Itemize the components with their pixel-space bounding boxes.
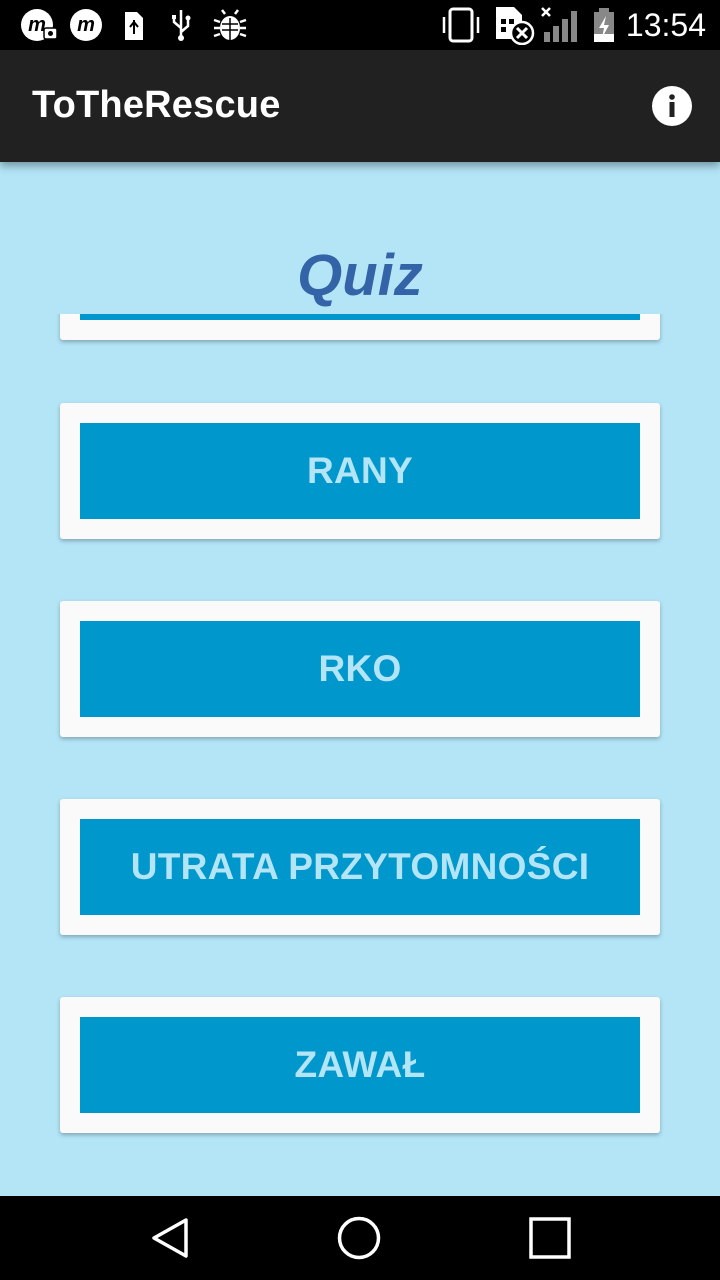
status-time: 13:54 (625, 7, 706, 43)
category-card (60, 314, 660, 340)
category-button-rko[interactable]: RKO (80, 621, 640, 717)
category-card: RANY (60, 403, 660, 539)
app-title: ToTheRescue (32, 84, 281, 126)
m-icon: m (68, 8, 104, 42)
vibrate-icon (440, 7, 484, 43)
navigation-bar (0, 1196, 720, 1280)
signal-icon (540, 7, 584, 42)
home-icon[interactable] (335, 1214, 383, 1262)
category-button-rany[interactable]: RANY (80, 423, 640, 519)
svg-text:m: m (77, 14, 95, 36)
svg-text:m: m (28, 14, 46, 36)
back-icon[interactable] (146, 1214, 194, 1262)
m-camera-icon: m (20, 8, 58, 42)
sd-card-icon (122, 8, 146, 42)
app-bar: ToTheRescue (0, 50, 720, 162)
sim-error-icon (494, 7, 536, 45)
category-button-zawal[interactable]: ZAWAŁ (80, 1017, 640, 1113)
category-card: ZAWAŁ (60, 997, 660, 1133)
page-title: Quiz (297, 243, 423, 308)
category-list[interactable]: RANY RKO UTRATA PRZYTOMNOŚCI ZAWAŁ (0, 314, 720, 1196)
info-icon[interactable] (652, 86, 692, 126)
category-card: RKO (60, 601, 660, 737)
usb-icon (168, 8, 194, 42)
status-bar: m m 13:54 (0, 0, 720, 50)
category-card: UTRATA PRZYTOMNOŚCI (60, 799, 660, 935)
battery-icon (590, 8, 618, 42)
bug-icon (212, 8, 248, 42)
category-button-utrata-przytomnosci[interactable]: UTRATA PRZYTOMNOŚCI (80, 819, 640, 915)
category-button[interactable] (80, 314, 640, 320)
recents-icon[interactable] (526, 1214, 574, 1262)
quiz-content[interactable]: Quiz RANY RKO UTRATA PRZYTOMNOŚCI ZAWAŁ (0, 162, 720, 1196)
